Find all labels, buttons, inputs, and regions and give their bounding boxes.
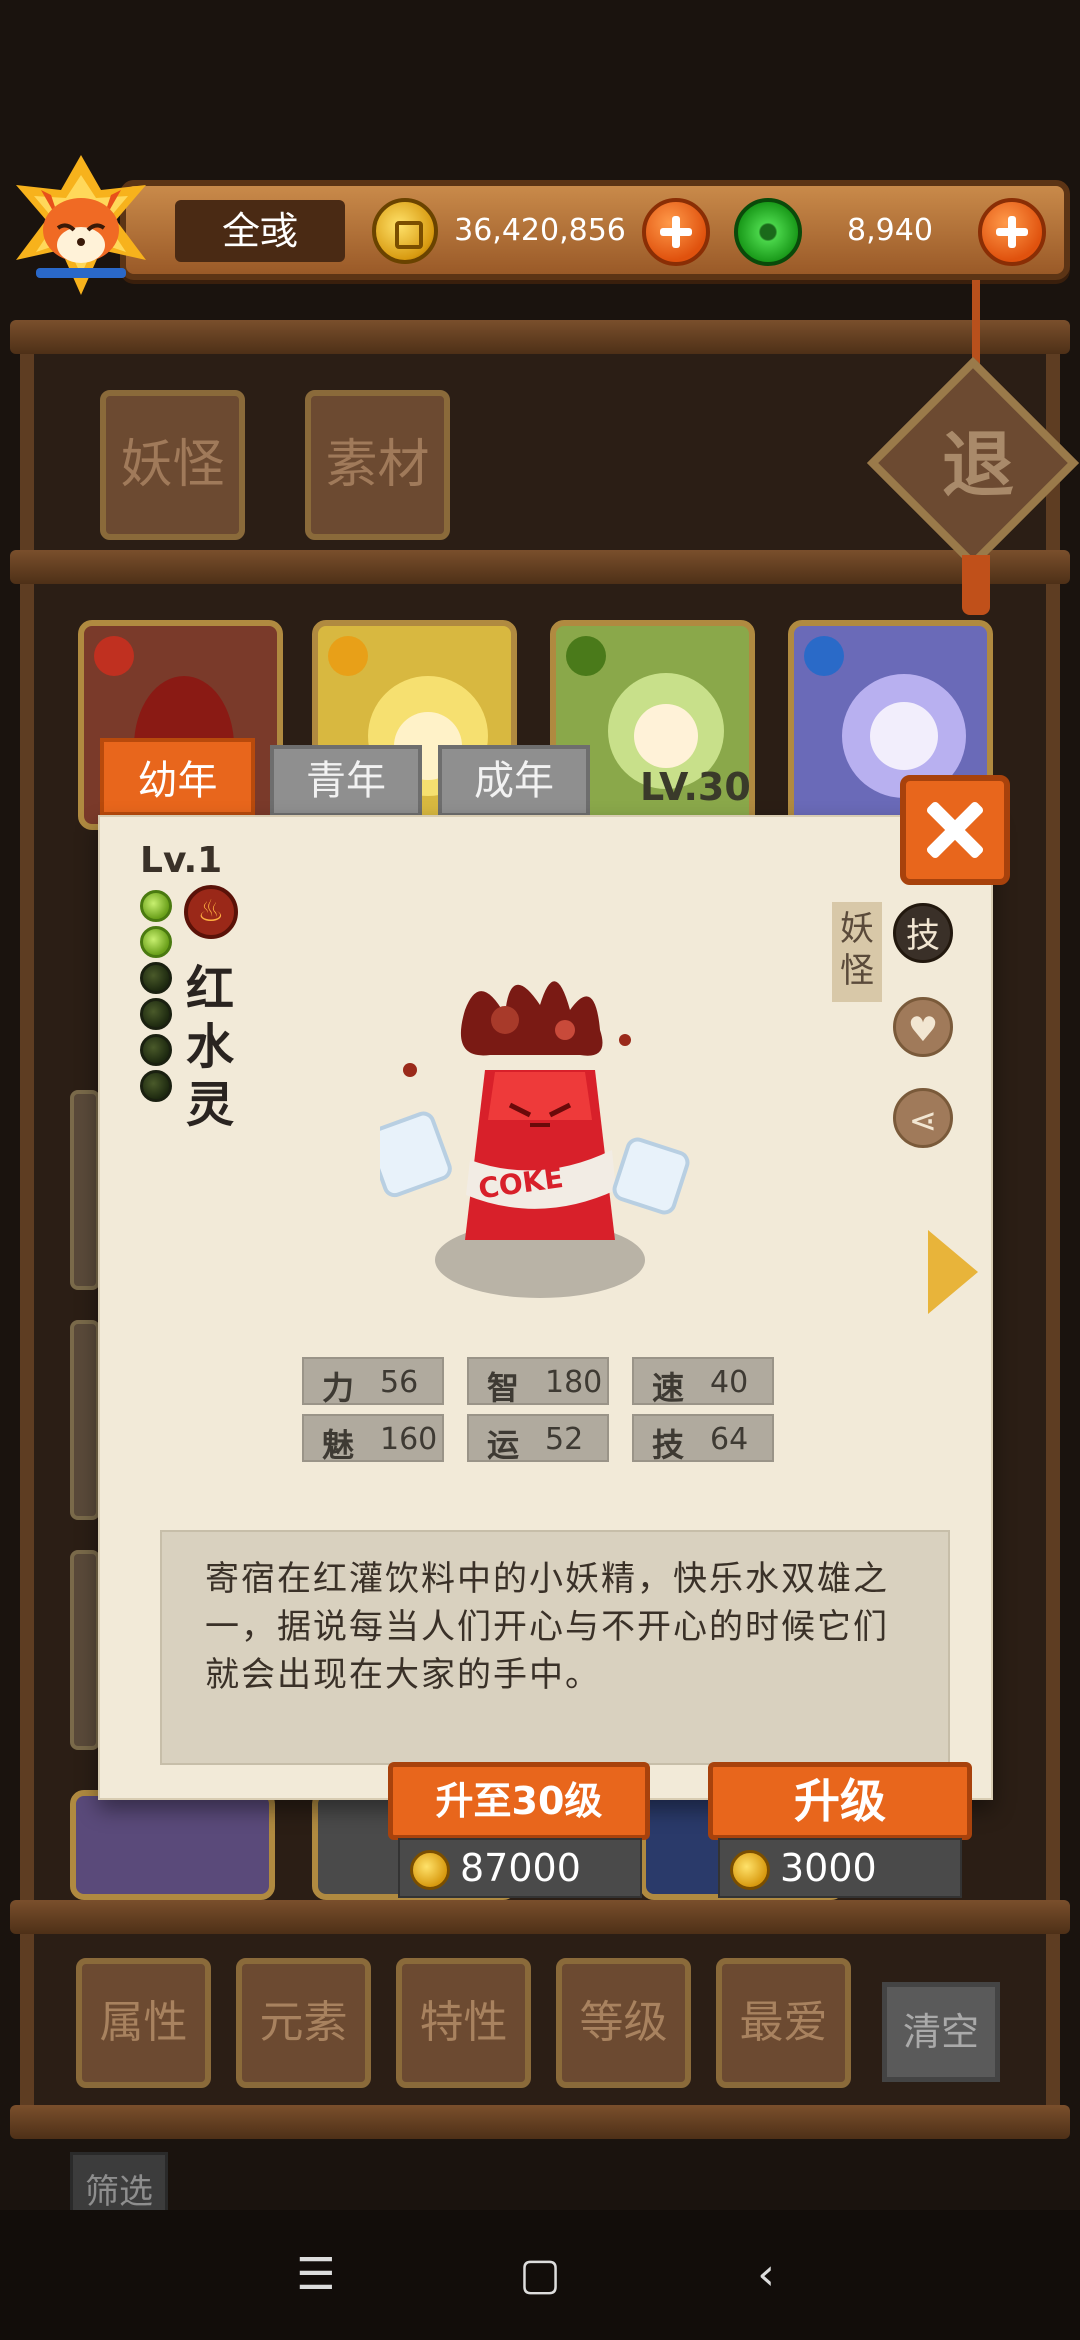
tab-adult[interactable]: 成年 [438,745,590,817]
clear-filter-button[interactable]: 清空 [882,1982,1000,2082]
player-name: 全彧 [221,209,298,253]
stat-value: 40 [710,1365,749,1400]
monster-level: Lv.1 [140,840,223,881]
monster-card[interactable] [70,1790,275,1900]
type-tag: 妖怪 [832,902,882,1002]
stat-key: 智 [487,1369,520,1407]
monster-card-edge[interactable] [70,1090,100,1290]
stat-value: 52 [545,1422,584,1457]
jade-count: 8,940 [847,213,933,248]
filter-element-button[interactable]: 元素 [236,1958,371,2088]
monster-name-char: 灵 [185,1077,234,1133]
grade-dot [140,890,172,922]
upgrade-button[interactable]: 升级 [708,1762,972,1840]
gold-coin-count: 36,420,856 [454,213,626,248]
stat-luck: 运 52 [467,1414,609,1464]
stat-skill: 技 64 [632,1414,774,1464]
stat-value: 56 [380,1365,419,1400]
grade-dot [140,1034,172,1066]
tab-materials[interactable]: 素材 [305,390,450,540]
stat-value: 160 [380,1422,438,1457]
gold-coin-icon [410,1850,450,1890]
monster-name: 红 水 灵 [180,960,240,1134]
stat-value: 180 [545,1365,603,1400]
card-level: LV.30 [640,765,751,809]
upgrade-to-30-cost: 87000 [398,1838,642,1898]
add-coins-button[interactable] [642,198,710,266]
grade-dot [140,926,172,958]
tassel [962,555,990,615]
filter-attribute-button[interactable]: 属性 [76,1958,211,2088]
gold-coin-icon [730,1850,770,1890]
stat-key: 魅 [322,1426,355,1464]
monster-name-char: 红 [185,961,234,1017]
next-arrow-icon[interactable] [928,1230,978,1314]
close-button[interactable] [900,775,1010,885]
tab-monsters[interactable]: 妖怪 [100,390,245,540]
stat-intellect: 智 180 [467,1357,609,1407]
stat-charm: 魅 160 [302,1414,444,1464]
tab-youth[interactable]: 青年 [270,745,422,817]
grade-dot [140,962,172,994]
shelf-beam [10,2105,1070,2139]
filter-trait-button[interactable]: 特性 [396,1958,531,2088]
grade-dot [140,1070,172,1102]
tab-juvenile[interactable]: 幼年 [100,738,255,816]
cost-value: 87000 [460,1846,581,1890]
stat-key: 技 [652,1426,685,1464]
share-icon[interactable]: ⋖ [893,1088,953,1148]
game-screen: 全彧 36,420,856 8,940 妖怪 素材 退 LV.30 属性 元素 … [0,0,1080,2340]
cost-value: 3000 [780,1846,877,1890]
monster-card-edge[interactable] [70,1320,100,1520]
fire-element-icon: ♨ [184,885,238,939]
monster-description: 寄宿在红灌饮料中的小妖精，快乐水双雄之一，据说每当人们开心与不开心的时候它们就会… [205,1559,889,1695]
skill-icon[interactable]: 技 [893,903,953,963]
stat-speed: 速 40 [632,1357,774,1407]
exit-label[interactable]: 退 [918,405,1038,525]
gold-coin-icon [372,198,438,264]
back-icon[interactable]: ‹ [736,2245,796,2305]
filter-favorite-button[interactable]: 最爱 [716,1958,851,2088]
menu-icon[interactable]: ☰ [286,2245,346,2305]
stat-key: 力 [322,1369,355,1407]
stat-key: 运 [487,1426,520,1464]
filter-level-button[interactable]: 等级 [556,1958,691,2088]
shelf-beam [10,320,1070,354]
stat-key: 速 [652,1369,685,1407]
home-icon[interactable]: ▢ [510,2245,570,2305]
fox-avatar-icon[interactable] [6,150,156,300]
upgrade-cost: 3000 [718,1838,962,1898]
stat-value: 64 [710,1422,749,1457]
monster-card-edge[interactable] [70,1550,100,1750]
upgrade-to-30-button[interactable]: 升至30级 [388,1762,650,1840]
shelf-beam [10,1900,1070,1934]
stat-strength: 力 56 [302,1357,444,1407]
shelf-beam [10,550,1070,584]
grade-dot [140,998,172,1030]
add-jade-button[interactable] [978,198,1046,266]
monster-name-char: 水 [185,1019,234,1075]
monster-illustration: COKE [380,981,690,1298]
heart-icon[interactable]: ♥ [893,997,953,1057]
jade-icon [734,198,802,266]
